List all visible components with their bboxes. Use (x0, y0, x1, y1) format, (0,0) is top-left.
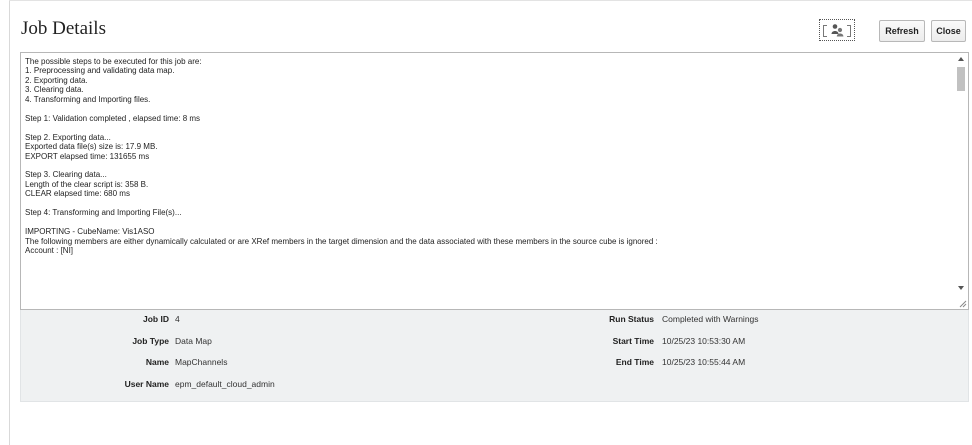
job-id-label: Job ID (143, 314, 169, 324)
scroll-thumb[interactable] (957, 67, 965, 91)
job-id-value: 4 (175, 314, 180, 324)
job-type-value: Data Map (175, 336, 212, 346)
scroll-up-icon[interactable] (958, 57, 964, 61)
name-value: MapChannels (175, 357, 228, 367)
user-actions-button[interactable] (819, 19, 855, 41)
name-label: Name (145, 357, 169, 367)
user-group-icon (831, 24, 844, 37)
scroll-down-icon[interactable] (958, 286, 964, 290)
page-title: Job Details (21, 18, 106, 39)
job-log-text: The possible steps to be executed for th… (25, 57, 658, 256)
resize-grip-icon[interactable] (959, 300, 967, 308)
job-type-label: Job Type (132, 336, 169, 346)
user-name-value: epm_default_cloud_admin (175, 379, 275, 389)
start-time-value: 10/25/23 10:53:30 AM (662, 336, 746, 346)
job-details-panel: Job ID 4 Job Type Data Map Name MapChann… (20, 310, 969, 402)
end-time-label: End Time (615, 357, 654, 367)
bracket-right-icon (847, 25, 851, 37)
start-time-label: Start Time (612, 336, 654, 346)
top-divider (9, 0, 972, 1)
job-log-textarea[interactable]: The possible steps to be executed for th… (20, 52, 969, 310)
close-button[interactable]: Close (931, 20, 966, 42)
end-time-value: 10/25/23 10:55:44 AM (662, 357, 746, 367)
log-scrollbar[interactable] (955, 54, 967, 296)
left-divider (9, 0, 10, 445)
run-status-value: Completed with Warnings (662, 314, 759, 324)
user-name-label: User Name (124, 379, 169, 389)
bracket-left-icon (823, 25, 827, 37)
run-status-label: Run Status (609, 314, 654, 324)
refresh-button[interactable]: Refresh (879, 20, 925, 42)
